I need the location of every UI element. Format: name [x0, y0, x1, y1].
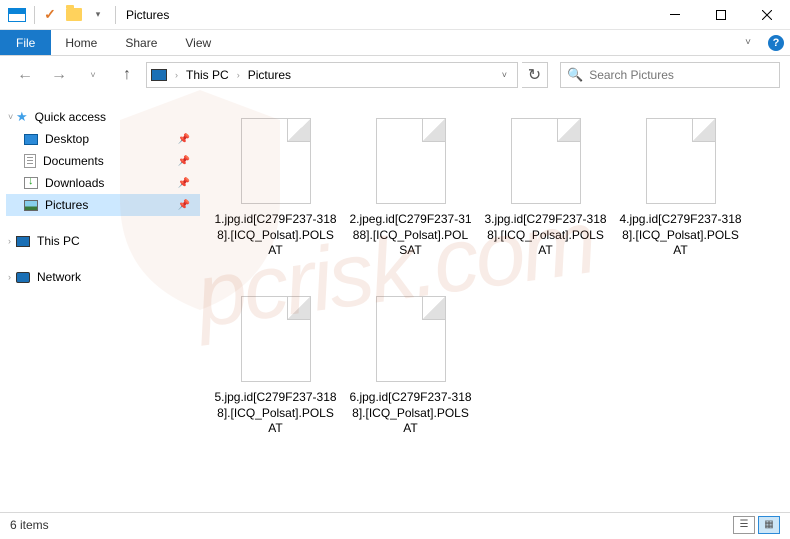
file-icon [241, 118, 311, 204]
file-icon [376, 118, 446, 204]
forward-button: → [44, 61, 74, 89]
ribbon-expand-icon[interactable]: ˅ [734, 30, 762, 55]
pc-icon [16, 236, 30, 247]
sidebar-quickaccess[interactable]: ˅ ★ Quick access [6, 106, 200, 128]
file-item[interactable]: 3.jpg.id[C279F237-3188].[ICQ_Polsat].POL… [478, 110, 613, 288]
minimize-button[interactable] [652, 0, 698, 30]
address-bar: ← → ˅ ↑ › This PC › Pictures ˅ ↻ 🔍 [0, 56, 790, 94]
pin-icon: 📌 [178, 200, 190, 211]
file-name: 1.jpg.id[C279F237-3188].[ICQ_Polsat].POL… [212, 212, 339, 259]
file-name: 4.jpg.id[C279F237-3188].[ICQ_Polsat].POL… [617, 212, 744, 259]
desktop-icon [24, 134, 38, 145]
sidebar-item-pictures[interactable]: Pictures 📌 [6, 194, 200, 216]
qat-newfolder-icon[interactable] [63, 4, 85, 26]
up-button[interactable]: ↑ [112, 61, 142, 89]
tab-view[interactable]: View [171, 30, 225, 55]
file-name: 2.jpeg.id[C279F237-3188].[ICQ_Polsat].PO… [347, 212, 474, 259]
pin-icon: 📌 [178, 156, 190, 167]
network-icon [16, 272, 30, 283]
ribbon: File Home Share View ˅ ? [0, 30, 790, 56]
recent-dropdown[interactable]: ˅ [78, 61, 108, 89]
app-icon [6, 4, 28, 26]
location-icon [151, 69, 167, 81]
file-item[interactable]: 4.jpg.id[C279F237-3188].[ICQ_Polsat].POL… [613, 110, 748, 288]
chevron-right-icon[interactable]: › [235, 70, 242, 80]
search-input[interactable] [589, 68, 773, 82]
document-icon [24, 154, 36, 168]
pin-icon: 📌 [178, 178, 190, 189]
expand-icon[interactable]: › [8, 236, 11, 246]
sidebar-thispc[interactable]: › This PC [6, 230, 200, 252]
file-item[interactable]: 5.jpg.id[C279F237-3188].[ICQ_Polsat].POL… [208, 288, 343, 466]
sidebar-label: Network [37, 270, 81, 284]
refresh-button[interactable]: ↻ [522, 62, 548, 88]
file-item[interactable]: 2.jpeg.id[C279F237-3188].[ICQ_Polsat].PO… [343, 110, 478, 288]
file-icon [376, 296, 446, 382]
help-button[interactable]: ? [762, 30, 790, 55]
sidebar-label: Quick access [35, 110, 106, 124]
sidebar-item-label: Desktop [45, 132, 89, 146]
address-dropdown-icon[interactable]: ˅ [496, 70, 513, 80]
sidebar-item-documents[interactable]: Documents 📌 [6, 150, 200, 172]
file-item[interactable]: 6.jpg.id[C279F237-3188].[ICQ_Polsat].POL… [343, 288, 478, 466]
file-icon [646, 118, 716, 204]
file-name: 6.jpg.id[C279F237-3188].[ICQ_Polsat].POL… [347, 390, 474, 437]
chevron-right-icon[interactable]: › [173, 70, 180, 80]
crumb-thispc[interactable]: This PC [182, 63, 233, 87]
qat-properties-icon[interactable]: ✓ [39, 4, 61, 26]
back-button[interactable]: ← [10, 61, 40, 89]
sidebar-item-downloads[interactable]: Downloads 📌 [6, 172, 200, 194]
pictures-icon [24, 200, 38, 211]
star-icon: ★ [16, 109, 28, 125]
breadcrumb[interactable]: › This PC › Pictures ˅ [146, 62, 518, 88]
maximize-button[interactable] [698, 0, 744, 30]
file-tab[interactable]: File [0, 30, 51, 55]
tab-home[interactable]: Home [51, 30, 111, 55]
qat-dropdown-icon[interactable]: ▾ [87, 4, 109, 26]
file-item[interactable]: 1.jpg.id[C279F237-3188].[ICQ_Polsat].POL… [208, 110, 343, 288]
download-icon [24, 177, 38, 189]
sidebar-item-label: Documents [43, 154, 104, 168]
expand-icon[interactable]: ˅ [8, 112, 13, 122]
search-icon: 🔍 [567, 67, 583, 83]
file-icon [241, 296, 311, 382]
details-view-button[interactable]: ☰ [733, 516, 755, 534]
thumbnails-view-button[interactable]: ▦ [758, 516, 780, 534]
sidebar-item-label: Pictures [45, 198, 88, 212]
navigation-pane: ˅ ★ Quick access Desktop 📌 Documents 📌 D… [0, 94, 200, 512]
sidebar-item-label: Downloads [45, 176, 104, 190]
window-title: Pictures [126, 8, 169, 22]
close-button[interactable] [744, 0, 790, 30]
file-name: 3.jpg.id[C279F237-3188].[ICQ_Polsat].POL… [482, 212, 609, 259]
titlebar: ✓ ▾ Pictures [0, 0, 790, 30]
sidebar-network[interactable]: › Network [6, 266, 200, 288]
status-bar: 6 items ☰ ▦ [0, 512, 790, 536]
file-list[interactable]: 1.jpg.id[C279F237-3188].[ICQ_Polsat].POL… [200, 94, 790, 512]
pin-icon: 📌 [178, 134, 190, 145]
sidebar-item-desktop[interactable]: Desktop 📌 [6, 128, 200, 150]
item-count: 6 items [10, 518, 49, 532]
search-box[interactable]: 🔍 [560, 62, 780, 88]
file-icon [511, 118, 581, 204]
tab-share[interactable]: Share [111, 30, 171, 55]
expand-icon[interactable]: › [8, 272, 11, 282]
file-name: 5.jpg.id[C279F237-3188].[ICQ_Polsat].POL… [212, 390, 339, 437]
sidebar-label: This PC [37, 234, 80, 248]
crumb-pictures[interactable]: Pictures [244, 63, 295, 87]
